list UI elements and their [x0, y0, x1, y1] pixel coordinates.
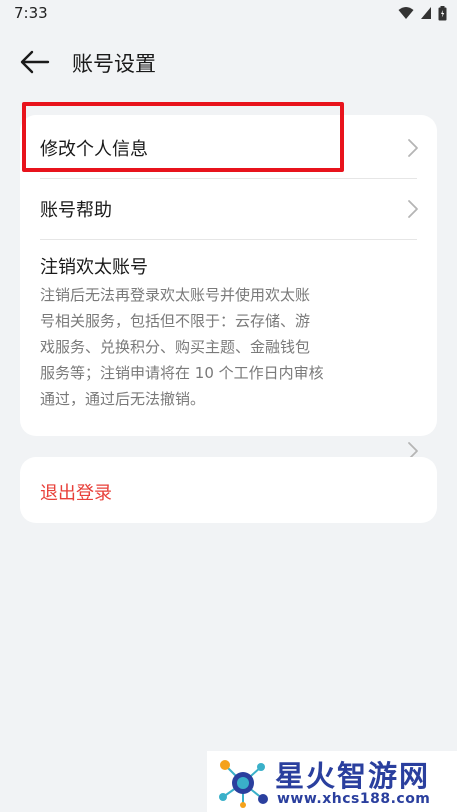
- network-logo-icon: [219, 760, 268, 808]
- watermark: 星火智游网 www.xhcs188.com: [207, 751, 457, 812]
- status-bar: 7:33: [0, 0, 457, 26]
- description-line: 服务等；注销申请将在 10 个工作日内审核: [40, 364, 324, 382]
- edit-profile-label: 修改个人信息: [40, 139, 148, 160]
- description-line: 戏服务、兑换积分、购买主题、金融钱包: [40, 338, 311, 356]
- description-line: 注销后无法再登录欢太账号并使用欢太账: [40, 286, 311, 304]
- battery-icon: [438, 5, 447, 20]
- cancel-account-label: 注销欢太账号: [40, 257, 148, 278]
- account-help-item[interactable]: 账号帮助: [20, 179, 437, 239]
- chevron-right-icon: [408, 139, 418, 157]
- wifi-icon: [398, 7, 414, 19]
- edit-profile-item[interactable]: 修改个人信息: [20, 115, 437, 179]
- cancel-account-item[interactable]: 注销欢太账号 注销后无法再登录欢太账号并使用欢太账 号相关服务，包括但不限于：云…: [20, 240, 437, 460]
- watermark-url: www.xhcs188.com: [277, 791, 431, 807]
- logout-card[interactable]: 退出登录: [20, 457, 437, 523]
- status-icons: [398, 5, 447, 21]
- cancel-account-description: 注销后无法再登录欢太账号并使用欢太账 号相关服务，包括但不限于：云存储、游 戏服…: [40, 282, 380, 412]
- chevron-right-icon: [408, 200, 418, 218]
- account-settings-card: 修改个人信息 账号帮助 注销欢太账号 注销后无法再登录欢太账号并使用欢太账 号相…: [20, 115, 437, 460]
- description-line: 通过，通过后无法撤销。: [40, 390, 206, 408]
- watermark-title: 星火智游网: [275, 759, 431, 793]
- description-line: 号相关服务，包括但不限于：云存储、游: [40, 312, 311, 330]
- arrow-left-icon: [20, 50, 50, 74]
- account-help-label: 账号帮助: [40, 200, 112, 221]
- logout-button[interactable]: 退出登录: [40, 479, 112, 505]
- back-button[interactable]: [18, 47, 52, 77]
- page-title: 账号设置: [72, 52, 156, 76]
- signal-icon: [421, 7, 431, 19]
- status-time: 7:33: [14, 4, 48, 22]
- header: 账号设置: [0, 40, 457, 84]
